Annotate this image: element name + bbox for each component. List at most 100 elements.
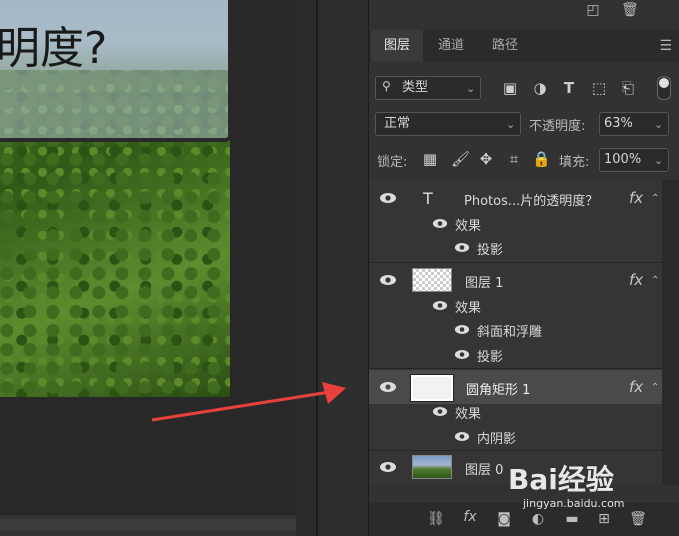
effect-row[interactable]: 内阴影 (369, 425, 662, 447)
panel-menu-icon[interactable]: ☰ (659, 38, 672, 54)
fx-icon[interactable]: fx (629, 189, 643, 207)
fx-icon[interactable]: fx (629, 271, 643, 289)
effect-row[interactable]: 投影 (369, 343, 662, 365)
eye-icon[interactable] (454, 242, 470, 253)
effect-name: 内阴影 (477, 432, 517, 447)
add-style-fx-icon[interactable]: fx (461, 509, 479, 525)
tab-layers[interactable]: 图层 (371, 30, 423, 62)
row-divider (369, 368, 662, 369)
layer-effects-row[interactable]: 效果 (369, 400, 662, 422)
opacity-input[interactable]: 63% ⌄ (599, 112, 669, 136)
eye-icon[interactable] (454, 431, 470, 442)
canvas-vertical-scrollbar[interactable] (296, 0, 318, 536)
text-layer-icon: T (423, 189, 433, 208)
eye-icon[interactable] (379, 461, 397, 473)
eye-icon[interactable] (432, 300, 448, 311)
eye-icon[interactable] (432, 406, 448, 417)
fx-icon[interactable]: fx (629, 378, 643, 396)
effects-label: 效果 (455, 301, 482, 316)
layer-thumbnail (410, 374, 454, 402)
baidu-watermark-url: jingyan.baidu.com (523, 497, 625, 510)
new-layer-icon[interactable]: ⊞ (595, 511, 613, 527)
layers-list: T Photos...片的透明度？ fx ⌃ 效果 投影 图层 1 fx ⌃ 效… (369, 180, 662, 485)
baidu-watermark-logo: Bai经验 (508, 463, 614, 496)
lock-position-icon[interactable]: ✥ (477, 150, 495, 168)
effect-row[interactable]: 投影 (369, 236, 662, 258)
canvas-title-text: 明度? (0, 23, 108, 74)
layer-thumbnail (412, 268, 452, 292)
chevron-down-icon: ⌄ (506, 118, 516, 131)
row-divider (369, 450, 662, 451)
horizontal-scrollbar[interactable] (0, 515, 300, 536)
effect-name: 投影 (477, 243, 504, 258)
layer-thumbnail (412, 455, 452, 479)
chevron-down-icon: ⌄ (466, 82, 476, 95)
toggle-knob (659, 78, 669, 88)
eye-icon[interactable] (379, 274, 397, 286)
blend-mode-value: 正常 (384, 116, 411, 131)
layer-effects-row[interactable]: 效果 (369, 294, 662, 316)
group-folder-icon[interactable]: ▬ (563, 511, 581, 527)
layers-panel: ◰ 🗑 图层 通道 路径 ☰ ⚲ 类型 ⌄ ▣ ◑ T ⬚ ⎗ 正常 ⌄ 不透明… (368, 0, 679, 536)
layer-name[interactable]: Photos...片的透明度？ (464, 190, 598, 209)
trash-icon[interactable]: 🗑 (621, 2, 639, 18)
smart-object-filter-icon[interactable]: ⎗ (619, 79, 637, 97)
effect-name: 投影 (477, 350, 504, 365)
panel-tabs: 图层 通道 路径 ☰ (369, 30, 679, 62)
lock-label: 锁定: (377, 155, 408, 170)
effect-name: 斜面和浮雕 (477, 325, 543, 340)
adjustment-filter-icon[interactable]: ◑ (531, 79, 549, 97)
shape-filter-icon[interactable]: ⬚ (590, 79, 608, 97)
effects-label: 效果 (455, 219, 482, 234)
annotation-arrow (151, 382, 346, 422)
type-filter-icon[interactable]: T (560, 79, 578, 97)
layer-row-raster[interactable]: 图层 1 fx ⌃ (369, 266, 662, 294)
layer-effects-row[interactable]: 效果 (369, 212, 662, 234)
eye-icon[interactable] (454, 349, 470, 360)
layer-row-shape[interactable]: 圆角矩形 1 fx ⌃ (369, 370, 662, 404)
opacity-label: 不透明度: (529, 119, 586, 134)
fill-value: 100% (604, 152, 642, 167)
filter-toggle[interactable] (657, 76, 671, 100)
layer-row-text[interactable]: T Photos...片的透明度？ fx ⌃ (369, 184, 662, 212)
layers-scrollbar[interactable] (662, 180, 679, 485)
collapsed-panel-strip (318, 0, 368, 536)
expand-caret-icon[interactable]: ⌃ (651, 382, 659, 393)
effect-row[interactable]: 斜面和浮雕 (369, 318, 662, 340)
filter-type-label: 类型 (402, 80, 429, 95)
expand-caret-icon[interactable]: ⌃ (651, 275, 659, 286)
search-icon: ⚲ (382, 79, 391, 93)
row-divider (369, 262, 662, 263)
document-canvas[interactable]: 明度? (0, 0, 296, 515)
chevron-down-icon: ⌄ (654, 154, 664, 167)
opacity-value: 63% (604, 116, 633, 131)
eye-icon[interactable] (379, 381, 397, 393)
tab-channels[interactable]: 通道 (425, 30, 477, 62)
eye-icon[interactable] (379, 192, 397, 204)
layer-filter-select[interactable]: ⚲ 类型 ⌄ (375, 76, 481, 100)
expand-caret-icon[interactable]: ⌃ (651, 193, 659, 204)
chevron-down-icon: ⌄ (654, 118, 664, 131)
layer-name[interactable]: 图层 1 (465, 272, 503, 291)
layer-name[interactable]: 圆角矩形 1 (466, 379, 530, 398)
lock-transparency-icon[interactable]: ▦ (421, 150, 439, 168)
layer-name[interactable]: 图层 0 (465, 459, 503, 478)
image-filter-icon[interactable]: ▣ (501, 79, 519, 97)
scrollbar-thumb[interactable] (0, 519, 300, 531)
fill-input[interactable]: 100% ⌄ (599, 148, 669, 172)
lock-artboard-icon[interactable]: ⌗ (505, 150, 523, 168)
effects-label: 效果 (455, 407, 482, 422)
eye-icon[interactable] (454, 324, 470, 335)
new-layer-icon[interactable]: ◰ (585, 2, 601, 18)
lock-pixels-icon[interactable]: 🖌 (451, 150, 470, 168)
delete-layer-icon[interactable]: 🗑 (629, 511, 647, 527)
tab-paths[interactable]: 路径 (479, 30, 531, 62)
canvas-image: 明度? (0, 0, 230, 397)
lock-all-icon[interactable]: 🔒 (532, 150, 551, 168)
blend-mode-select[interactable]: 正常 ⌄ (375, 112, 521, 136)
add-mask-icon[interactable]: ◙ (495, 511, 513, 527)
eye-icon[interactable] (432, 218, 448, 229)
adjustment-layer-icon[interactable]: ◐ (529, 511, 547, 527)
link-layers-icon[interactable]: ⛓ (427, 511, 445, 527)
fill-label: 填充: (559, 155, 590, 170)
